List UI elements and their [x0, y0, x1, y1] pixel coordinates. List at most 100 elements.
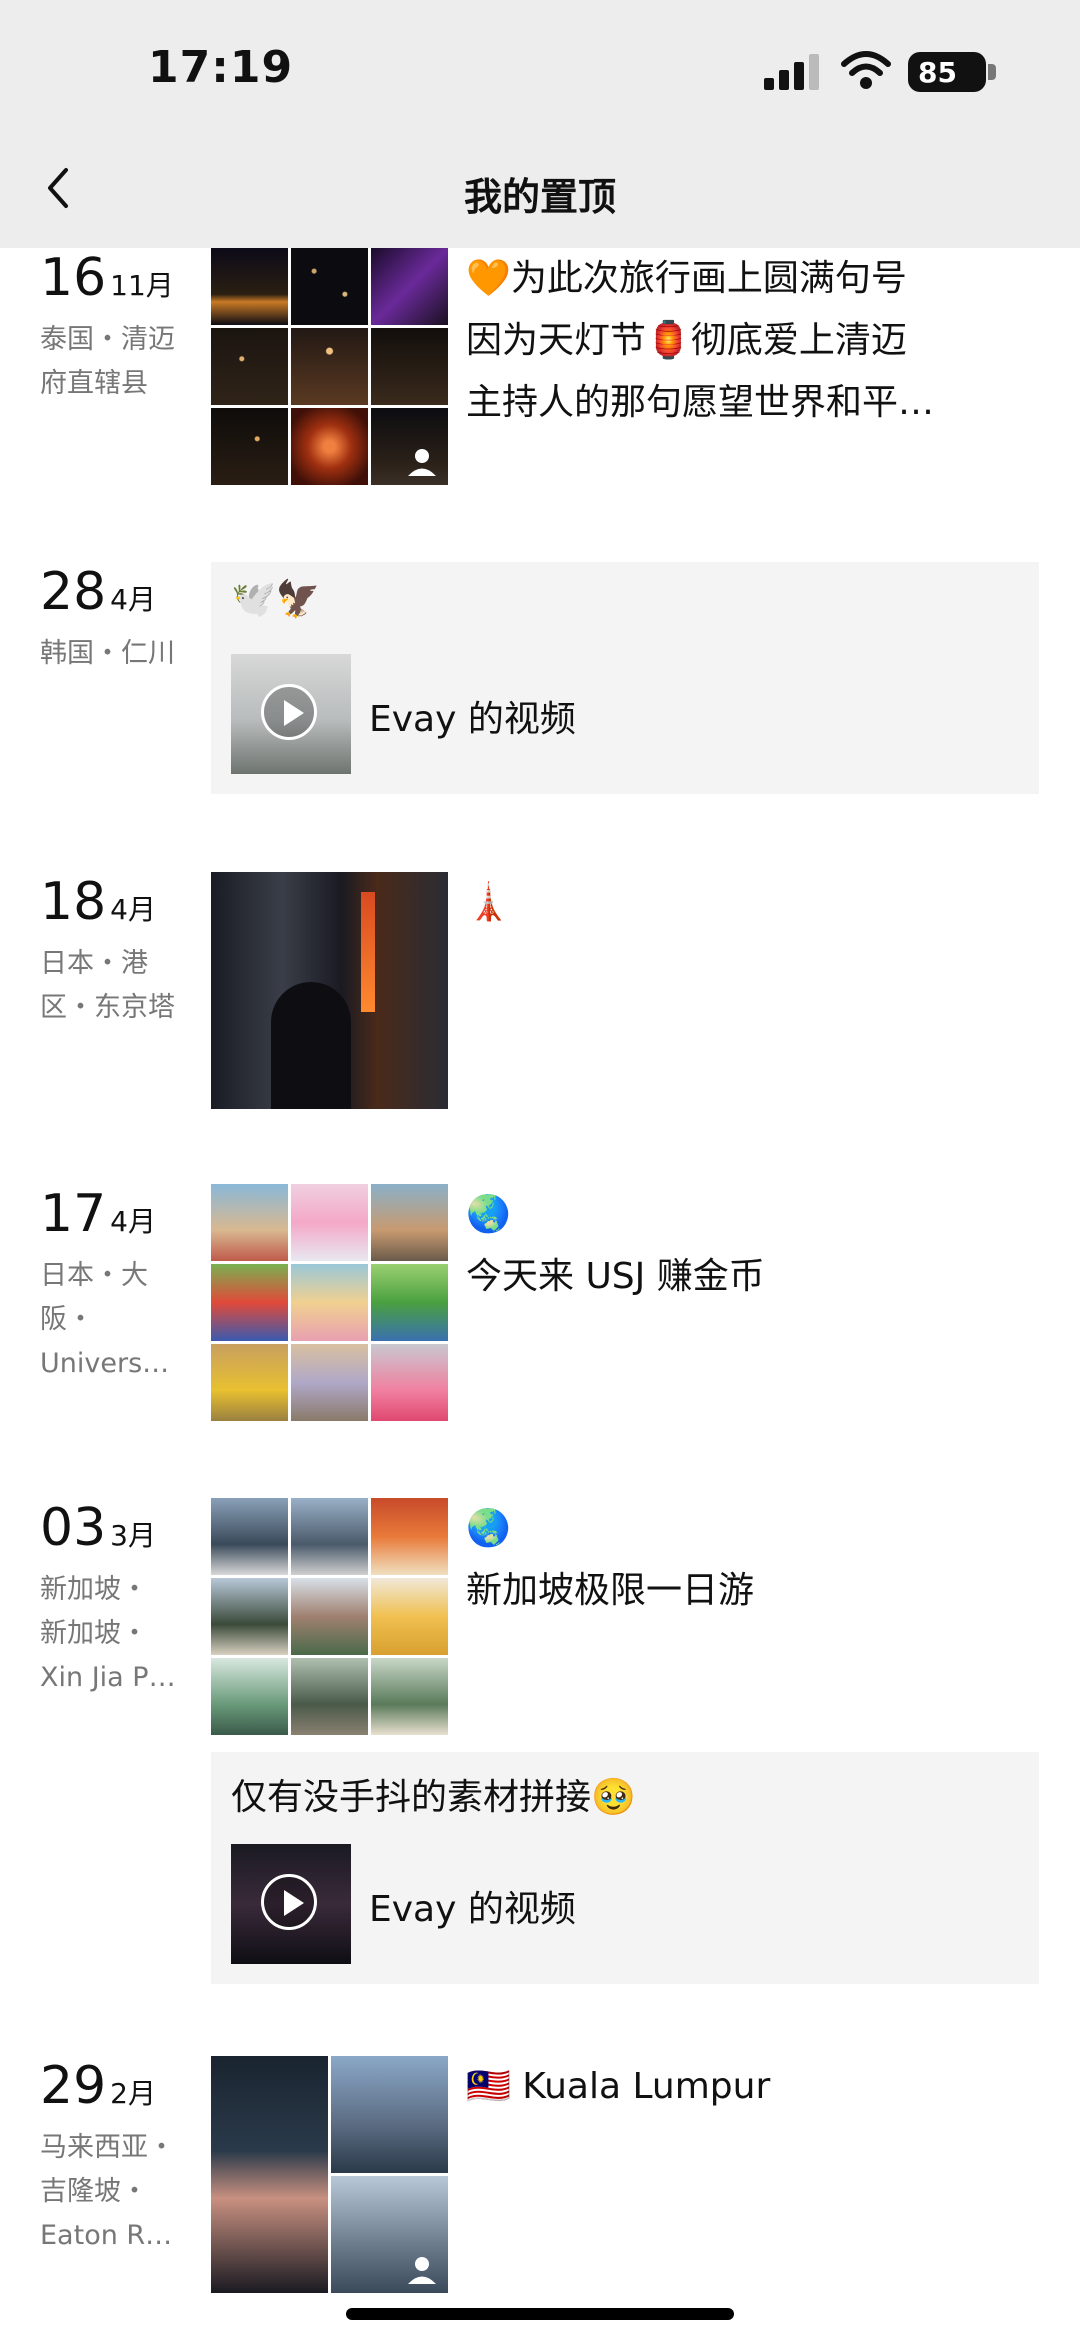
post-location: 韩国・仁川 — [40, 638, 175, 669]
post-location: 日本・大 阪・ Univers… — [40, 1254, 200, 1386]
photo-thumbnail[interactable] — [211, 1658, 288, 1735]
location-line: Xin Jia P… — [40, 1662, 176, 1693]
location-line: 新加坡・ — [40, 1574, 148, 1605]
photo-grid[interactable] — [211, 2056, 448, 2293]
post-text-line: 主持人的那句愿望世界和平… — [466, 382, 935, 423]
photo-thumbnail[interactable] — [291, 1184, 368, 1261]
post-day: 29 — [40, 2056, 107, 2116]
video-thumbnail[interactable] — [231, 654, 351, 774]
play-icon[interactable] — [261, 684, 317, 740]
photo-grid[interactable] — [211, 1498, 448, 1735]
photo-grid[interactable] — [211, 872, 448, 1109]
post-day: 18 — [40, 872, 107, 932]
photo-thumbnail[interactable] — [291, 1264, 368, 1341]
post-month: 11月 — [110, 269, 174, 302]
people-tag-icon — [408, 449, 436, 476]
location-line: 吉隆坡・ — [40, 2176, 148, 2207]
photo-thumbnail[interactable] — [371, 1344, 448, 1421]
status-time: 17:19 — [148, 42, 294, 93]
photo-thumbnail[interactable] — [291, 1344, 368, 1421]
pinned-posts-list[interactable]: 16 11月 泰国・清迈府直辖县 🧡为此次旅行画上圆满句号 因为天灯节🏮彻底爱上清… — [0, 248, 1080, 2318]
post-day: 03 — [40, 1498, 107, 1558]
post-text: 🌏 今天来 USJ 赚金币 — [466, 1184, 1026, 1308]
post-text-line: 今天来 USJ 赚金币 — [466, 1256, 765, 1297]
video-share-card[interactable]: 🕊️🦅 Evay 的视频 — [211, 562, 1039, 794]
card-caption: 🕊️🦅 — [231, 579, 321, 620]
play-icon[interactable] — [261, 1874, 317, 1930]
photo-thumbnail[interactable] — [211, 328, 288, 405]
card-caption: 仅有没手抖的素材拼接🥹 — [231, 1777, 636, 1818]
photo-thumbnail[interactable] — [371, 1658, 448, 1735]
photo-thumbnail[interactable] — [371, 408, 448, 485]
location-line: Univers… — [40, 1348, 170, 1379]
post-date: 16 11月 泰国・清迈府直辖县 — [40, 248, 200, 406]
photo-thumbnail[interactable] — [291, 1498, 368, 1575]
photo-thumbnail[interactable] — [331, 2176, 448, 2293]
photo-thumbnail[interactable] — [371, 1578, 448, 1655]
post-month: 4月 — [110, 1205, 156, 1238]
photo-thumbnail[interactable] — [371, 248, 448, 325]
photo-thumbnail[interactable] — [211, 408, 288, 485]
post-date: 17 4月 日本・大 阪・ Univers… — [40, 1184, 200, 1386]
post-text-line: 🇲🇾 Kuala Lumpur — [466, 2066, 771, 2107]
post-text-line: 🌏 — [466, 1194, 511, 1235]
photo-thumbnail[interactable] — [211, 1578, 288, 1655]
location-line: 日本・大 — [40, 1260, 148, 1291]
video-share-card[interactable]: 仅有没手抖的素材拼接🥹 Evay 的视频 — [211, 1752, 1039, 1984]
photo-thumbnail[interactable] — [331, 2056, 448, 2173]
post-location: 新加坡・ 新加坡・ Xin Jia P… — [40, 1568, 200, 1700]
photo-thumbnail[interactable] — [211, 248, 288, 325]
post-date: 18 4月 日本・港区・东京塔 — [40, 872, 200, 1030]
photo-thumbnail[interactable] — [291, 328, 368, 405]
post-month: 2月 — [110, 2077, 156, 2110]
photo-thumbnail[interactable] — [371, 1184, 448, 1261]
photo-thumbnail[interactable] — [291, 1578, 368, 1655]
battery-indicator: 85 — [908, 52, 986, 92]
video-source-label[interactable]: Evay 的视频 — [369, 1880, 576, 1932]
wifi-icon — [841, 51, 891, 89]
photo-thumbnail[interactable] — [291, 408, 368, 485]
post-text: 🇲🇾 Kuala Lumpur — [466, 2056, 1026, 2118]
post-text-line: 🧡为此次旅行画上圆满句号 — [466, 258, 907, 299]
photo-thumbnail[interactable] — [371, 1264, 448, 1341]
video-thumbnail[interactable] — [231, 1844, 351, 1964]
person-silhouette — [271, 982, 351, 1109]
photo-thumbnail[interactable] — [371, 1498, 448, 1575]
people-tag-icon — [408, 2257, 436, 2284]
photo-thumbnail[interactable] — [371, 328, 448, 405]
location-line: 阪・ — [40, 1304, 94, 1335]
post-text: 🗼 — [466, 872, 1026, 934]
home-indicator[interactable] — [346, 2308, 734, 2320]
post-location: 泰国・清迈府直辖县 — [40, 324, 175, 399]
video-source-label[interactable]: Evay 的视频 — [369, 690, 576, 742]
photo-thumbnail[interactable] — [291, 1658, 368, 1735]
photo-thumbnail[interactable] — [211, 872, 448, 1109]
photo-grid[interactable] — [211, 1184, 448, 1421]
location-line: 马来西亚・ — [40, 2132, 175, 2163]
photo-thumbnail[interactable] — [211, 1344, 288, 1421]
battery-cap — [988, 64, 996, 80]
post-location: 马来西亚・ 吉隆坡・ Eaton R… — [40, 2126, 200, 2258]
post-month: 3月 — [110, 1519, 156, 1552]
photo-thumbnail[interactable] — [211, 1498, 288, 1575]
post-date: 28 4月 韩国・仁川 — [40, 562, 200, 676]
location-line: 新加坡・ — [40, 1618, 148, 1649]
post-text-line: 🗼 — [466, 882, 511, 923]
post-text-line: 新加坡极限一日游 — [466, 1570, 755, 1611]
photo-thumbnail[interactable] — [211, 2056, 328, 2293]
photo-thumbnail[interactable] — [211, 1264, 288, 1341]
post-location: 日本・港区・东京塔 — [40, 948, 175, 1023]
post-day: 28 — [40, 562, 107, 622]
post-text: 🧡为此次旅行画上圆满句号 因为天灯节🏮彻底爱上清迈 主持人的那句愿望世界和平… — [466, 248, 1026, 434]
post-month: 4月 — [110, 893, 156, 926]
photo-grid[interactable] — [211, 248, 448, 485]
post-day: 16 — [40, 248, 107, 308]
post-text: 🌏 新加坡极限一日游 — [466, 1498, 1026, 1622]
photo-thumbnail[interactable] — [291, 248, 368, 325]
post-text-line: 因为天灯节🏮彻底爱上清迈 — [466, 320, 907, 361]
post-day: 17 — [40, 1184, 107, 1244]
location-line: Eaton R… — [40, 2220, 173, 2251]
post-date: 03 3月 新加坡・ 新加坡・ Xin Jia P… — [40, 1498, 200, 1700]
post-text-line: 🌏 — [466, 1508, 511, 1549]
photo-thumbnail[interactable] — [211, 1184, 288, 1261]
